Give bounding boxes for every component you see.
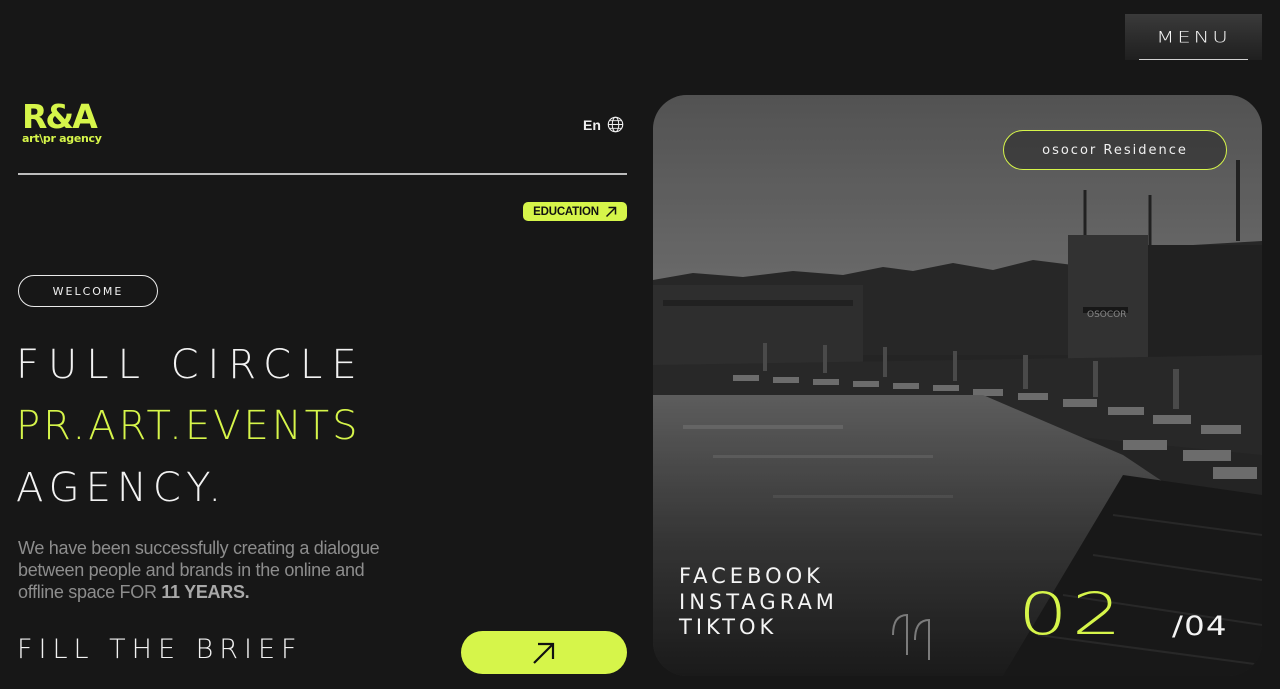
slide-current: 02 <box>1018 580 1126 648</box>
welcome-label: WELCOME <box>52 284 124 298</box>
header-divider <box>18 173 627 175</box>
hero-line-2: PR.ART.EVENTS <box>16 403 361 449</box>
facebook-link[interactable]: FACEBOOK <box>679 563 824 589</box>
menu-label: MENU <box>1156 28 1231 46</box>
fill-brief-button[interactable] <box>461 631 627 674</box>
logo[interactable]: R&A art\pr agency <box>22 100 112 150</box>
hero-line-3: AGENCY. <box>16 465 228 511</box>
language-label: En <box>583 116 601 133</box>
fill-brief-link[interactable]: FILL THE BRIEF <box>17 634 303 665</box>
education-label: EDUCATION <box>533 205 599 218</box>
hero-line-1: FULL CIRCLE <box>16 342 366 388</box>
welcome-button[interactable]: WELCOME <box>18 275 158 307</box>
menu-button[interactable]: MENU <box>1125 14 1262 60</box>
slide-total: /04 <box>1172 611 1228 642</box>
instagram-link[interactable]: INSTAGRAM <box>679 589 838 615</box>
description-highlight: 11 YEARS. <box>161 582 250 602</box>
residence-tag[interactable]: osocor Residence <box>1003 130 1227 170</box>
education-link[interactable]: EDUCATION <box>523 202 627 221</box>
description: We have been successfully creating a dia… <box>18 537 413 603</box>
logo-tagline: art\pr agency <box>22 132 102 145</box>
menu-underline <box>1139 59 1248 60</box>
logo-main: R&A <box>22 97 98 136</box>
arrow-up-right-icon <box>533 642 555 664</box>
language-switcher[interactable]: En <box>583 116 624 133</box>
globe-icon <box>607 116 624 133</box>
residence-label: osocor Residence <box>1042 142 1188 158</box>
arrow-up-right-icon <box>605 206 617 217</box>
tiktok-link[interactable]: TIKTOK <box>679 614 777 640</box>
